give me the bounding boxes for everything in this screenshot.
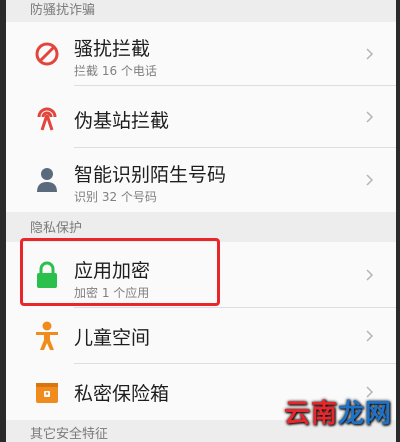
row-kids-space[interactable]: 儿童空间 bbox=[6, 308, 396, 364]
watermark-logo: 云南龙网 bbox=[284, 393, 392, 430]
highlight-frame bbox=[20, 238, 220, 306]
row-smart-identify[interactable]: 智能识别陌生号码 识别 32 个号码 bbox=[6, 148, 396, 212]
chevron-right-icon bbox=[366, 48, 374, 60]
section-header-harassment: 防骚扰诈骗 bbox=[6, 0, 396, 22]
settings-screen: 防骚扰诈骗 骚扰拦截 拦截 16 个电话 伪基站拦截 智能识别陌生号码 识别 3… bbox=[6, 0, 396, 442]
child-icon bbox=[32, 321, 62, 351]
row-subtitle: 拦截 16 个电话 bbox=[74, 64, 157, 78]
chevron-right-icon bbox=[366, 269, 374, 281]
signal-tower-icon bbox=[32, 102, 62, 132]
row-title: 骚扰拦截 bbox=[74, 38, 151, 60]
chevron-right-icon bbox=[366, 111, 374, 123]
row-harassment-block[interactable]: 骚扰拦截 拦截 16 个电话 bbox=[6, 22, 396, 86]
watermark-part2: 龙网 bbox=[337, 399, 392, 429]
row-title: 伪基站拦截 bbox=[74, 110, 170, 132]
chevron-right-icon bbox=[366, 330, 374, 342]
row-fake-base-station[interactable]: 伪基站拦截 bbox=[6, 86, 396, 148]
row-title: 儿童空间 bbox=[74, 327, 151, 349]
block-icon bbox=[32, 39, 62, 69]
lockbox-icon bbox=[32, 377, 62, 407]
person-pin-icon bbox=[32, 165, 62, 195]
watermark-part1: 云南 bbox=[283, 399, 338, 429]
harassment-group: 骚扰拦截 拦截 16 个电话 伪基站拦截 智能识别陌生号码 识别 32 个号码 bbox=[6, 22, 396, 212]
row-title: 私密保险箱 bbox=[74, 383, 170, 405]
chevron-right-icon bbox=[366, 174, 374, 186]
row-title: 智能识别陌生号码 bbox=[74, 164, 227, 186]
row-subtitle: 识别 32 个号码 bbox=[74, 190, 157, 204]
